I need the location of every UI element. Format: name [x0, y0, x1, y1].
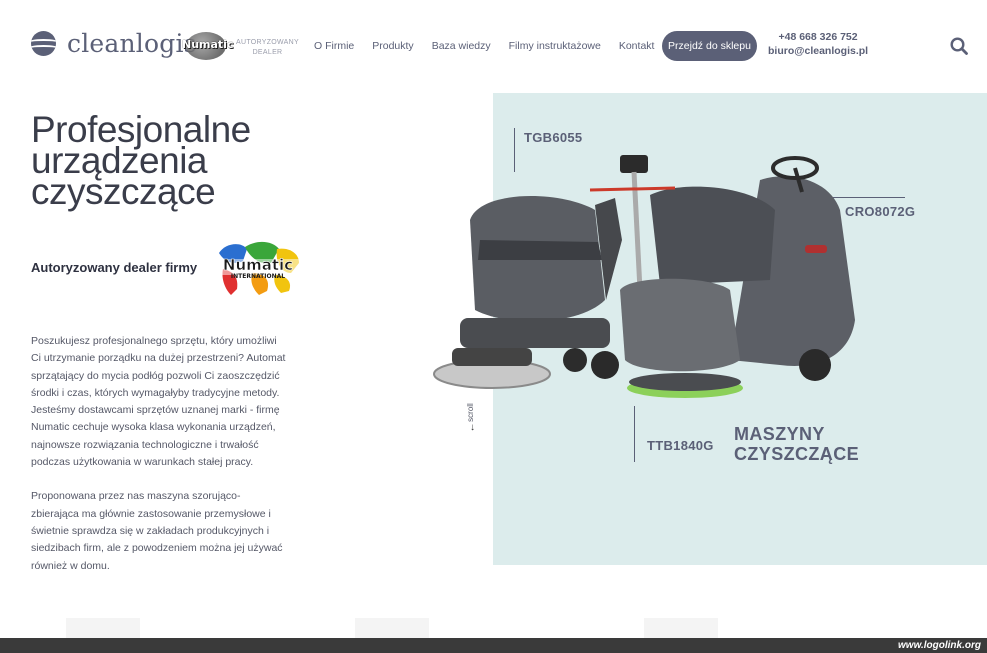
hero-description: Poszukujesz profesjonalnego sprzętu, któ… — [31, 333, 287, 575]
callout-line-tgb6055 — [514, 128, 515, 172]
numatic-logo-word: Numatic — [223, 256, 293, 274]
description-paragraph-1: Poszukujesz profesjonalnego sprzętu, któ… — [31, 335, 286, 469]
description-paragraph-2: Proponowana przez nas maszyna szorująco-… — [31, 490, 283, 572]
bottom-bar — [0, 638, 987, 653]
site-header: cleanlogis Numatic AUTORYZOWANY DEALER O… — [0, 0, 987, 92]
numatic-international-logo: Numatic INTERNATIONAL — [215, 241, 301, 295]
model-label-tgb6055[interactable]: TGB6055 — [524, 130, 582, 145]
nav-item-filmy[interactable]: Filmy instruktażowe — [509, 40, 601, 52]
search-icon[interactable] — [950, 37, 968, 55]
go-to-shop-button[interactable]: Przejdź do sklepu — [662, 31, 757, 61]
hero-title: Profesjonalne urządzenia czyszczące — [31, 109, 251, 212]
numatic-logo-sub: INTERNATIONAL — [231, 273, 285, 280]
callout-line-ttb1840g — [634, 406, 635, 462]
site-logo[interactable]: cleanlogis — [31, 29, 197, 58]
callout-line-cro8072g — [833, 197, 905, 198]
machines-title: MASZYNY CZYSZCZĄCE — [734, 424, 859, 464]
product-thumbnail-3[interactable] — [644, 618, 718, 638]
model-label-cro8072g[interactable]: CRO8072G — [845, 204, 915, 219]
nav-item-baza-wiedzy[interactable]: Baza wiedzy — [432, 40, 491, 52]
email-link[interactable]: biuro@cleanlogis.pl — [768, 44, 868, 58]
dealer-statement: Autoryzowany dealer firmy — [31, 260, 198, 275]
scroll-hint-label[interactable]: scroll — [466, 403, 475, 422]
logo-mark-icon — [31, 31, 56, 56]
cleaning-machines-illustration — [433, 155, 855, 398]
contact-info: +48 668 326 752 biuro@cleanlogis.pl — [768, 30, 868, 58]
product-thumbnail-1[interactable] — [66, 618, 140, 638]
main-nav: O Firmie Produkty Baza wiedzy Filmy inst… — [314, 40, 672, 52]
model-label-ttb1840g[interactable]: TTB1840G — [647, 438, 714, 453]
nav-item-produkty[interactable]: Produkty — [372, 40, 413, 52]
product-thumbnail-2[interactable] — [355, 618, 429, 638]
phone-link[interactable]: +48 668 326 752 — [768, 30, 868, 44]
nav-item-kontakt[interactable]: Kontakt — [619, 40, 655, 52]
nav-item-o-firmie[interactable]: O Firmie — [314, 40, 354, 52]
scroll-down-arrow-icon[interactable]: ↓ — [470, 422, 475, 433]
watermark-text: www.logolink.org — [898, 640, 981, 651]
logo-text: cleanlogis — [67, 29, 197, 58]
authorized-dealer-tag: AUTORYZOWANY DEALER — [236, 39, 299, 56]
numatic-badge-logo: Numatic — [182, 30, 233, 62]
